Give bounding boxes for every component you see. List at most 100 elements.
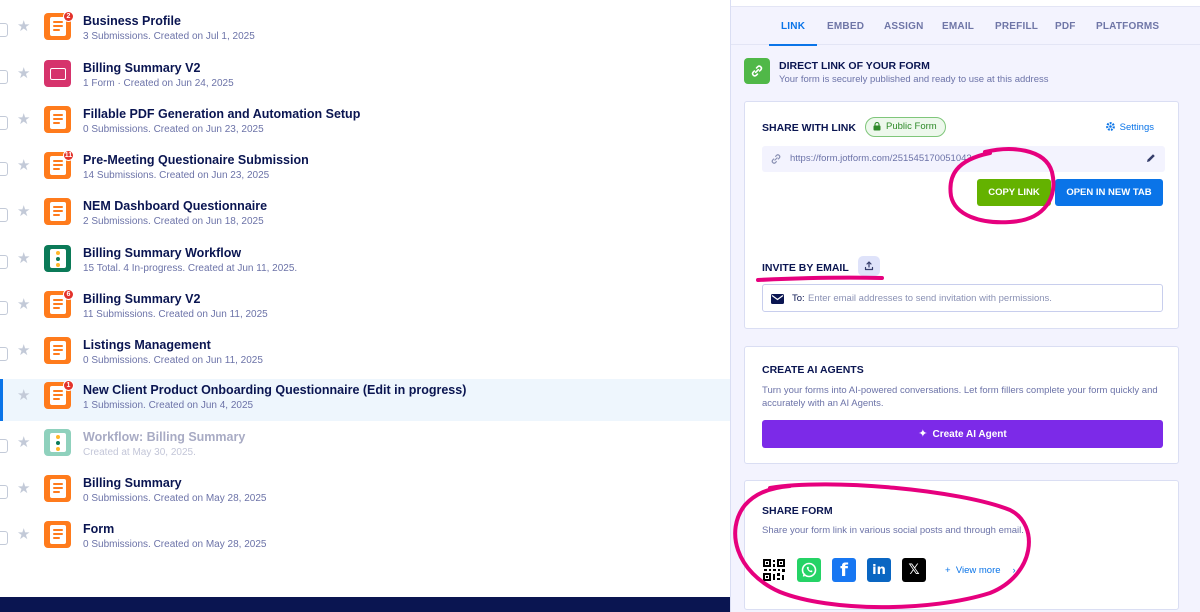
star-icon[interactable]: ★ (17, 204, 30, 219)
star-icon[interactable]: ★ (17, 66, 30, 81)
form-title[interactable]: Billing Summary V2 (83, 61, 200, 75)
form-row[interactable]: ★ 6 Billing Summary V2 11 Submissions. C… (0, 288, 730, 330)
star-icon[interactable]: ★ (17, 297, 30, 312)
bottom-bar (0, 597, 730, 612)
star-icon[interactable]: ★ (17, 481, 30, 496)
ai-agents-card: CREATE AI AGENTS Turn your forms into AI… (744, 346, 1179, 464)
star-icon[interactable]: ★ (17, 251, 30, 266)
share-form-description: Share your form link in various social p… (762, 525, 1024, 536)
row-checkbox[interactable] (0, 162, 8, 176)
create-ai-agent-button[interactable]: ✦ Create AI Agent (762, 420, 1163, 448)
row-checkbox[interactable] (0, 208, 8, 222)
x-icon[interactable]: 𝕏 (902, 558, 926, 582)
row-checkbox[interactable] (0, 70, 8, 84)
star-icon[interactable]: ★ (17, 112, 30, 127)
form-row[interactable]: ★ Workflow: Billing Summary Created at M… (0, 426, 730, 468)
form-row[interactable]: ★ Billing Summary V2 1 Form · Created on… (0, 57, 730, 99)
form-row[interactable]: ★ Billing Summary 0 Submissions. Created… (0, 472, 730, 514)
invite-email-field[interactable]: To: (762, 284, 1163, 312)
form-meta: 3 Submissions. Created on Jul 1, 2025 (83, 31, 255, 42)
tab-email[interactable]: EMAIL (942, 21, 974, 32)
sign-document-icon (44, 60, 71, 87)
form-title[interactable]: Workflow: Billing Summary (83, 430, 245, 444)
facebook-icon[interactable]: f (832, 558, 856, 582)
invite-by-email-title: INVITE BY EMAIL (762, 262, 849, 274)
form-title[interactable]: Listings Management (83, 338, 211, 352)
whatsapp-icon[interactable] (797, 558, 821, 582)
share-form-title: SHARE FORM (762, 505, 833, 517)
tab-platforms[interactable]: PLATFORMS (1096, 21, 1159, 32)
form-list: ★ 2 Business Profile 3 Submissions. Crea… (0, 0, 730, 598)
settings-label: Settings (1119, 122, 1154, 133)
link-icon (744, 58, 770, 84)
row-checkbox[interactable] (0, 347, 8, 361)
tab-link[interactable]: LINK (768, 21, 818, 46)
star-icon[interactable]: ★ (17, 19, 30, 34)
star-icon[interactable]: ★ (17, 527, 30, 542)
form-meta: 1 Submission. Created on Jun 4, 2025 (83, 400, 254, 411)
public-form-label: Public Form (886, 121, 937, 132)
form-icon (44, 198, 71, 225)
ai-agents-description: Turn your forms into AI-powered conversa… (762, 385, 1158, 409)
sparkle-icon: ✦ (918, 428, 928, 440)
tab-pdf[interactable]: PDF (1055, 21, 1076, 32)
form-row[interactable]: ★ 11 Pre-Meeting Questionaire Submission… (0, 149, 730, 191)
form-url-field[interactable]: https://form.jotform.com/251545170051043 (762, 146, 1165, 172)
mail-icon (771, 294, 784, 304)
star-icon[interactable]: ★ (17, 435, 30, 450)
form-meta: 11 Submissions. Created on Jun 11, 2025 (83, 309, 268, 320)
linkedin-icon[interactable]: in (867, 558, 891, 582)
form-meta: 14 Submissions. Created on Jun 23, 2025 (83, 170, 270, 181)
email-input[interactable] (808, 288, 1153, 308)
public-form-badge[interactable]: Public Form (865, 117, 946, 137)
row-checkbox[interactable] (0, 116, 8, 130)
form-url[interactable]: https://form.jotform.com/251545170051043 (790, 153, 1150, 164)
form-meta: 2 Submissions. Created on Jun 18, 2025 (83, 216, 264, 227)
form-icon (44, 475, 71, 502)
form-row[interactable]: ★ Form 0 Submissions. Created on May 28,… (0, 518, 730, 560)
settings-link[interactable]: Settings (1105, 121, 1154, 133)
star-icon[interactable]: ★ (17, 388, 30, 403)
form-title[interactable]: Fillable PDF Generation and Automation S… (83, 107, 360, 121)
form-title[interactable]: Billing Summary Workflow (83, 246, 241, 260)
pencil-icon[interactable] (1145, 152, 1157, 164)
row-checkbox[interactable] (0, 439, 8, 453)
upload-icon[interactable] (858, 256, 880, 276)
form-row[interactable]: ★ Fillable PDF Generation and Automation… (0, 103, 730, 145)
share-form-card: SHARE FORM Share your form link in vario… (744, 480, 1179, 610)
row-checkbox[interactable] (0, 301, 8, 315)
row-checkbox[interactable] (0, 255, 8, 269)
star-icon[interactable]: ★ (17, 343, 30, 358)
form-row[interactable]: ★ Billing Summary Workflow 15 Total. 4 I… (0, 242, 730, 284)
form-title[interactable]: New Client Product Onboarding Questionna… (83, 383, 466, 397)
form-row[interactable]: ★ NEM Dashboard Questionnaire 2 Submissi… (0, 195, 730, 237)
form-title[interactable]: Billing Summary V2 (83, 292, 200, 306)
form-meta: 0 Submissions. Created on May 28, 2025 (83, 539, 267, 550)
form-row-selected[interactable]: ★ 1 New Client Product Onboarding Questi… (0, 379, 730, 421)
qr-code-icon[interactable] (762, 558, 786, 582)
form-meta: 0 Submissions. Created on Jun 11, 2025 (83, 355, 263, 366)
form-meta: 0 Submissions. Created on Jun 23, 2025 (83, 124, 264, 135)
open-in-new-tab-button[interactable]: OPEN IN NEW TAB (1055, 179, 1163, 206)
unread-badge: 11 (63, 150, 74, 161)
star-icon[interactable]: ★ (17, 158, 30, 173)
copy-link-button[interactable]: COPY LINK (977, 179, 1051, 206)
form-title[interactable]: Billing Summary (83, 476, 182, 490)
row-checkbox[interactable] (0, 485, 8, 499)
view-more-link[interactable]: + View more › (945, 565, 1016, 576)
row-checkbox[interactable] (0, 23, 8, 37)
tab-prefill[interactable]: PREFILL (995, 21, 1038, 32)
workflow-icon (44, 245, 71, 272)
form-title[interactable]: NEM Dashboard Questionnaire (83, 199, 267, 213)
share-with-link-title: SHARE WITH LINK (762, 122, 856, 134)
form-title[interactable]: Form (83, 522, 114, 536)
form-row[interactable]: ★ Listings Management 0 Submissions. Cre… (0, 334, 730, 376)
tab-assign[interactable]: ASSIGN (884, 21, 924, 32)
form-title[interactable]: Business Profile (83, 14, 181, 28)
form-icon (44, 337, 71, 364)
form-title[interactable]: Pre-Meeting Questionaire Submission (83, 153, 309, 167)
form-row[interactable]: ★ 2 Business Profile 3 Submissions. Crea… (0, 10, 730, 52)
row-checkbox[interactable] (0, 531, 8, 545)
form-icon (44, 106, 71, 133)
tab-embed[interactable]: EMBED (827, 21, 864, 32)
